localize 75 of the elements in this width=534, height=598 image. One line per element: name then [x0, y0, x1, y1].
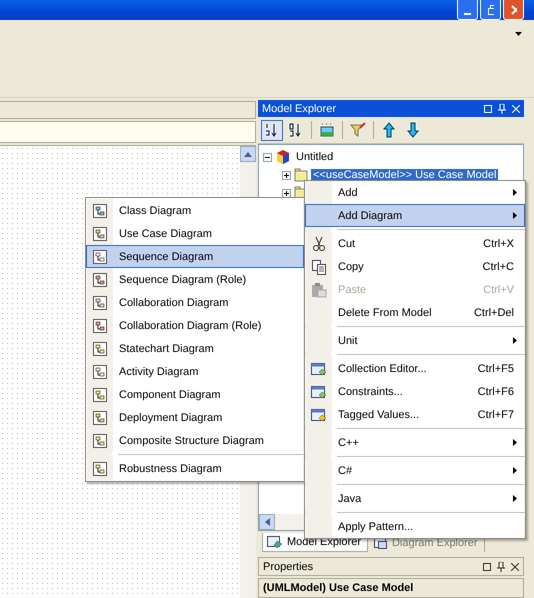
picture-icon [319, 122, 335, 138]
window-icon [266, 535, 284, 549]
panel-title: Model Explorer [262, 102, 336, 114]
diagram-icon [92, 248, 108, 264]
submenu-arrow-icon [513, 337, 517, 344]
cube-icon [275, 149, 291, 165]
tree-item[interactable]: Untitled [294, 151, 336, 163]
menu-item[interactable]: Sequence Diagram [86, 245, 304, 268]
filter-icon [350, 122, 366, 138]
pin-icon[interactable] [497, 562, 505, 572]
properties-title: (UMLModel) Use Case Model [258, 578, 524, 598]
minimize-button[interactable] [457, 0, 478, 20]
menu-item[interactable]: Unit [305, 329, 525, 352]
menu-item[interactable]: Collaboration Diagram [86, 291, 304, 314]
expander-icon[interactable] [263, 152, 272, 162]
menu-item[interactable]: Use Case Diagram [86, 222, 304, 245]
menu-item[interactable]: C++ [305, 431, 525, 454]
diagram-icon [92, 272, 108, 288]
menu-item[interactable]: Constraints... Ctrl+F6 [305, 380, 525, 403]
menu-item[interactable]: C# [305, 459, 525, 482]
scroll-up-button[interactable] [240, 146, 256, 162]
submenu-arrow-icon [513, 495, 517, 502]
window-icon [310, 384, 328, 400]
menu-item[interactable]: Apply Pattern... [305, 515, 525, 538]
menu-item[interactable]: Delete From Model Ctrl+Del [305, 301, 525, 324]
window-icon [310, 406, 328, 422]
menu-item[interactable]: Java [305, 487, 525, 510]
menu-item[interactable]: Collaboration Diagram (Role) [86, 314, 304, 337]
menu-item[interactable]: Statechart Diagram [86, 337, 304, 360]
clipboard-icon [311, 282, 327, 298]
submenu-arrow-icon [513, 189, 517, 196]
diagram-icon [92, 202, 108, 218]
expander-icon[interactable] [282, 170, 291, 180]
menu-item[interactable]: Composite Structure Diagram [86, 429, 304, 452]
window-icon [310, 360, 328, 376]
restore-button[interactable] [480, 0, 501, 20]
menu-item[interactable]: Collection Editor... Ctrl+F5 [305, 357, 525, 380]
menu-item[interactable]: Activity Diagram [86, 360, 304, 383]
expander-icon[interactable] [282, 188, 291, 198]
maximize-icon[interactable] [483, 562, 491, 570]
close-button[interactable] [503, 0, 524, 20]
diagram-icon [92, 318, 108, 334]
menu-item[interactable]: Cut Ctrl+X [305, 232, 525, 255]
minimize-icon [464, 12, 471, 14]
diagram-icon [92, 432, 108, 448]
diagram-icon [92, 364, 108, 380]
diagram-icon [92, 226, 108, 242]
tree-item[interactable]: <<useCaseModel>> Use Case Model [311, 169, 498, 181]
menu-item[interactable]: Class Diagram [86, 199, 304, 222]
menu-item[interactable]: Sequence Diagram (Role) [86, 268, 304, 291]
diagram-icon [92, 294, 108, 310]
scissors-icon [311, 236, 327, 252]
dropdown-caret-icon[interactable] [515, 32, 522, 36]
menu-item[interactable]: Component Diagram [86, 383, 304, 406]
diagram-icon [92, 340, 108, 356]
menu-item[interactable]: Tagged Values... Ctrl+F7 [305, 403, 525, 426]
menu-item[interactable]: Copy Ctrl+C [305, 255, 525, 278]
diagram-icon [92, 386, 108, 402]
menu-item[interactable]: Add [305, 181, 525, 204]
diagram-icon [92, 410, 108, 426]
arrow-up-icon [244, 152, 252, 156]
copy-icon [311, 258, 327, 274]
diagram-icon [92, 460, 108, 476]
menu-item[interactable]: Deployment Diagram [86, 406, 304, 429]
panel-title: Properties [263, 560, 314, 572]
arrow-left-icon [264, 518, 270, 526]
menu-item[interactable]: Robustness Diagram [86, 457, 304, 480]
submenu-arrow-icon [513, 212, 517, 219]
menu-item[interactable]: Add Diagram [305, 204, 525, 227]
submenu-arrow-icon [513, 439, 517, 446]
toolbar-button[interactable] [261, 120, 283, 140]
arrow-up-icon [381, 122, 397, 138]
arrow-down-icon [405, 122, 421, 138]
scroll-left-button[interactable] [259, 514, 275, 530]
submenu-arrow-icon [513, 467, 517, 474]
